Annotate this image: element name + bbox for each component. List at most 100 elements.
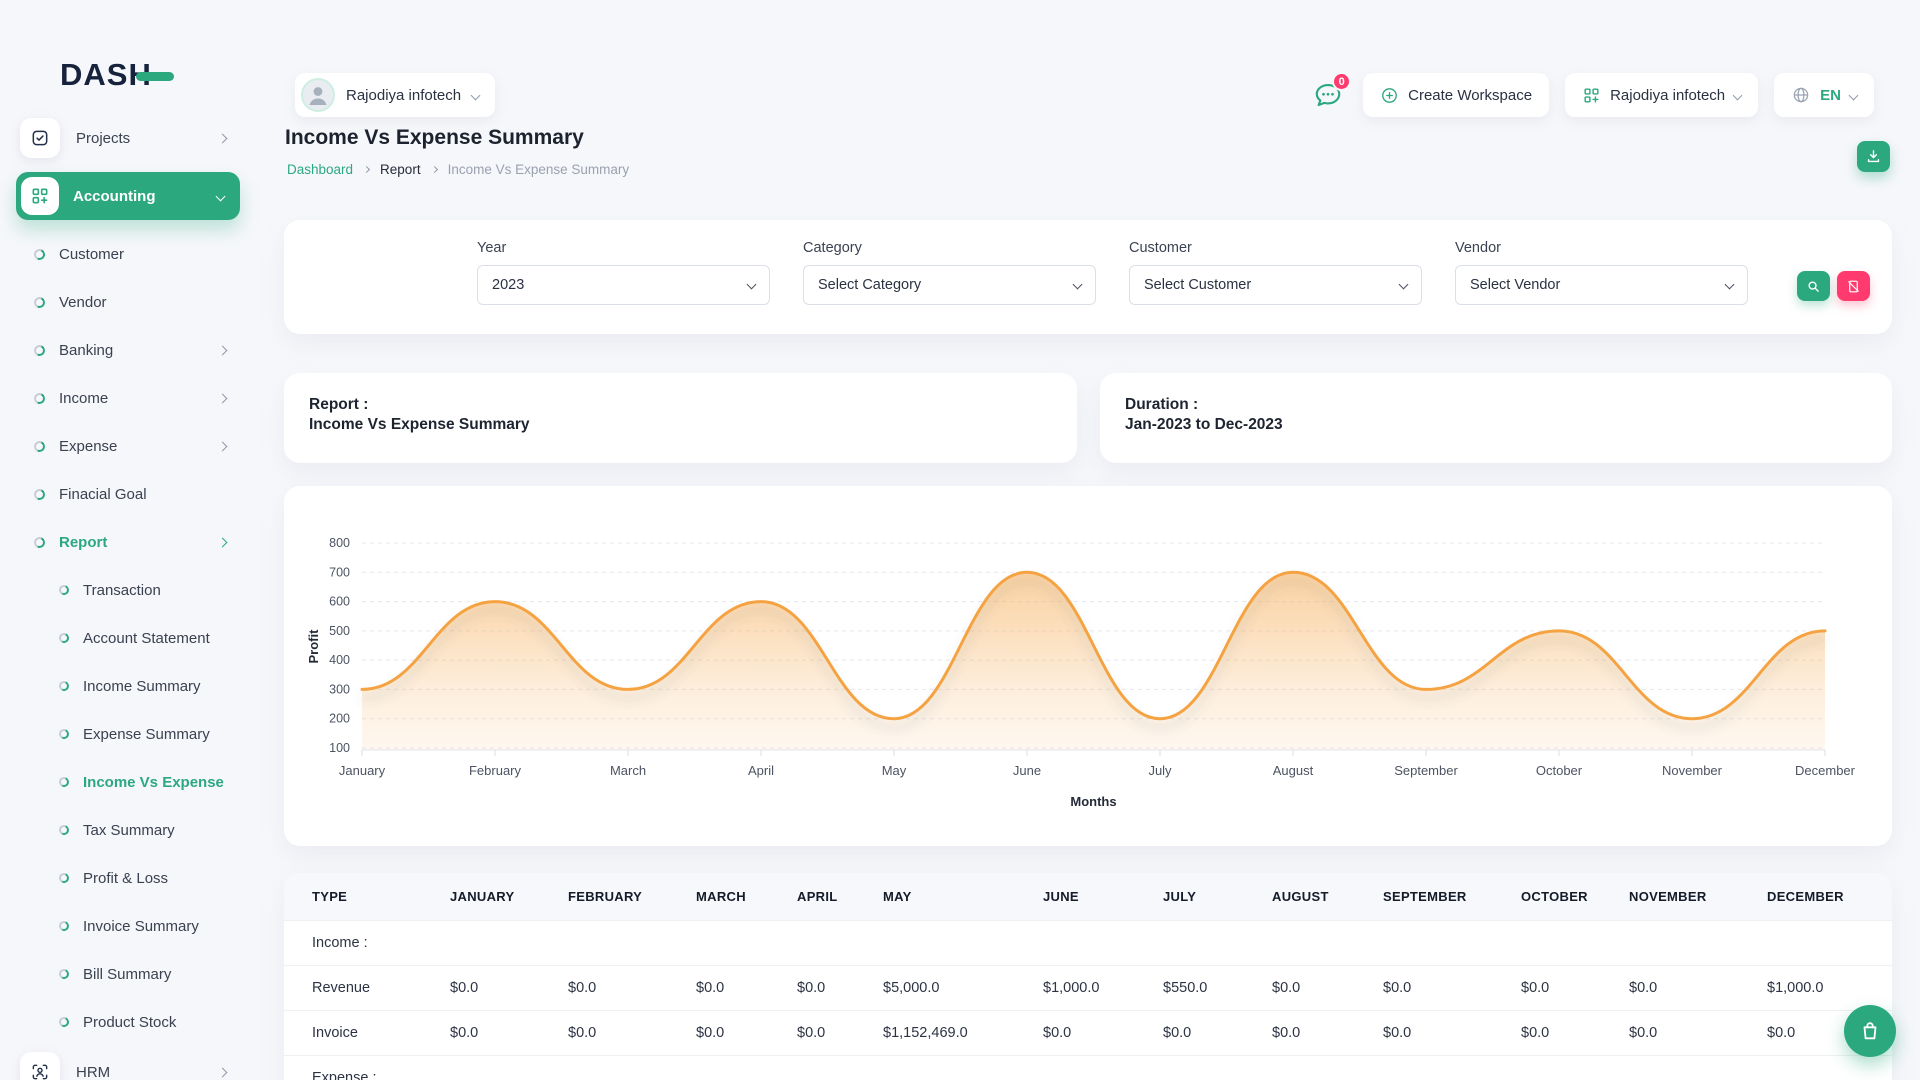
duration-value: Jan-2023 to Dec-2023 <box>1125 415 1892 435</box>
col-header-march: MARCH <box>682 873 783 921</box>
download-icon <box>1865 148 1882 165</box>
sidebar-item-income-vs-expense[interactable]: Income Vs Expense <box>0 758 256 806</box>
customer-select[interactable]: Select Customer <box>1129 265 1422 305</box>
row-label-revenue: Revenue <box>284 966 436 1011</box>
sidebar-item-report[interactable]: Report <box>0 518 256 566</box>
sidebar-item-bill-summary[interactable]: Bill Summary <box>0 950 256 998</box>
sidebar-item-label: Banking <box>59 342 113 359</box>
projects-checkbox-icon <box>20 118 60 158</box>
workspace-grid-icon <box>1582 86 1601 105</box>
sidebar-item-finacial-goal[interactable]: Finacial Goal <box>0 470 256 518</box>
sidebar-item-accounting[interactable]: Accounting <box>16 172 240 220</box>
sidebar-item-profit-loss[interactable]: Profit & Loss <box>0 854 256 902</box>
section-row-expense: Expense : <box>284 1056 1892 1080</box>
topbar-actions: 0 Create Workspace Rajodiya infotech EN <box>1313 73 1874 117</box>
svg-text:May: May <box>882 763 907 778</box>
chevron-right-icon <box>219 533 226 551</box>
sidebar-item-hrm[interactable]: HRM <box>0 1046 256 1080</box>
col-header-june: JUNE <box>1029 873 1149 921</box>
sidebar-item-label: Tax Summary <box>83 822 175 839</box>
category-select[interactable]: Select Category <box>803 265 1096 305</box>
breadcrumb-separator-icon <box>363 166 370 173</box>
svg-text:March: March <box>610 763 646 778</box>
breadcrumb: Dashboard Report Income Vs Expense Summa… <box>287 162 629 177</box>
year-filter: Year 2023 <box>477 240 770 305</box>
chart-card: 800700600500400300200100JanuaryFebruaryM… <box>284 486 1892 846</box>
company-avatar <box>301 78 335 112</box>
donut-bullet-icon <box>58 968 71 981</box>
sidebar-item-label: Expense Summary <box>83 726 210 743</box>
svg-text:October: October <box>1536 763 1583 778</box>
revenue-cell: $1,000.0 <box>1029 966 1149 1011</box>
app-logo[interactable]: DASH <box>60 56 256 94</box>
svg-text:700: 700 <box>329 565 350 579</box>
invoice-cell: $1,152,469.0 <box>869 1011 1029 1056</box>
company-switcher[interactable]: Rajodiya infotech <box>295 73 495 117</box>
workspace-switcher[interactable]: Rajodiya infotech <box>1565 73 1758 117</box>
sidebar: DASH Projects Accounting Customer Vendor <box>0 0 256 1080</box>
sidebar-item-label: HRM <box>76 1064 110 1080</box>
col-header-october: OCTOBER <box>1507 873 1615 921</box>
invoice-cell: $0.0 <box>1615 1011 1753 1056</box>
sidebar-item-expense[interactable]: Expense <box>0 422 256 470</box>
sidebar-nav: Projects Accounting Customer Vendor Bank… <box>0 112 256 1080</box>
breadcrumb-dashboard-link[interactable]: Dashboard <box>287 162 353 177</box>
create-workspace-button[interactable]: Create Workspace <box>1363 73 1549 117</box>
invoice-cell: $0.0 <box>783 1011 869 1056</box>
reset-filter-button[interactable] <box>1837 271 1870 301</box>
workspace-name: Rajodiya infotech <box>1610 87 1725 104</box>
col-header-february: FEBRUARY <box>554 873 682 921</box>
breadcrumb-report-link[interactable]: Report <box>380 162 421 177</box>
sidebar-item-transaction[interactable]: Transaction <box>0 566 256 614</box>
revenue-cell: $5,000.0 <box>869 966 1029 1011</box>
breadcrumb-current: Income Vs Expense Summary <box>448 162 630 177</box>
language-code: EN <box>1820 87 1841 104</box>
sidebar-item-product-stock[interactable]: Product Stock <box>0 998 256 1046</box>
create-workspace-label: Create Workspace <box>1408 87 1532 104</box>
sidebar-item-label: Projects <box>76 130 130 147</box>
sidebar-item-invoice-summary[interactable]: Invoice Summary <box>0 902 256 950</box>
sidebar-item-projects[interactable]: Projects <box>0 112 256 164</box>
svg-text:Months: Months <box>1070 794 1116 809</box>
sidebar-item-income[interactable]: Income <box>0 374 256 422</box>
language-switcher[interactable]: EN <box>1774 73 1874 117</box>
file-slash-icon <box>1846 279 1861 294</box>
svg-text:400: 400 <box>329 653 350 667</box>
sidebar-item-label: Transaction <box>83 582 161 599</box>
col-header-may: MAY <box>869 873 1029 921</box>
vendor-select[interactable]: Select Vendor <box>1455 265 1748 305</box>
sidebar-item-income-summary[interactable]: Income Summary <box>0 662 256 710</box>
messages-button[interactable]: 0 <box>1313 80 1343 110</box>
sidebar-item-account-statement[interactable]: Account Statement <box>0 614 256 662</box>
year-select[interactable]: 2023 <box>477 265 770 305</box>
apply-filter-button[interactable] <box>1797 271 1830 301</box>
hrm-user-scan-icon <box>20 1052 60 1080</box>
logo-dash-shape <box>136 72 174 81</box>
sidebar-item-tax-summary[interactable]: Tax Summary <box>0 806 256 854</box>
sidebar-item-customer[interactable]: Customer <box>0 230 256 278</box>
income-vs-expense-area-chart: 800700600500400300200100JanuaryFebruaryM… <box>284 486 1892 846</box>
svg-text:January: January <box>339 763 386 778</box>
chevron-right-icon <box>219 437 226 455</box>
sidebar-item-banking[interactable]: Banking <box>0 326 256 374</box>
floating-cart-button[interactable] <box>1844 1005 1896 1057</box>
donut-bullet-icon <box>32 391 46 405</box>
report-label: Report : <box>309 395 1077 415</box>
invoice-cell: $0.0 <box>1258 1011 1369 1056</box>
sidebar-item-label: Account Statement <box>83 630 210 647</box>
col-header-january: JANUARY <box>436 873 554 921</box>
donut-bullet-icon <box>58 920 71 933</box>
col-header-september: SEPTEMBER <box>1369 873 1507 921</box>
sidebar-item-vendor[interactable]: Vendor <box>0 278 256 326</box>
svg-text:200: 200 <box>329 712 350 726</box>
download-report-button[interactable] <box>1857 141 1890 172</box>
row-label-invoice: Invoice <box>284 1011 436 1056</box>
sidebar-item-label: Income Summary <box>83 678 201 695</box>
sidebar-item-expense-summary[interactable]: Expense Summary <box>0 710 256 758</box>
summary-table-card: TYPE JANUARY FEBRUARY MARCH APRIL MAY JU… <box>284 873 1892 1080</box>
donut-bullet-icon <box>58 680 71 693</box>
sidebar-item-label: Bill Summary <box>83 966 171 983</box>
table-row-revenue: Revenue $0.0 $0.0 $0.0 $0.0 $5,000.0 $1,… <box>284 966 1892 1011</box>
svg-text:300: 300 <box>329 682 350 696</box>
sidebar-item-label: Customer <box>59 246 124 263</box>
